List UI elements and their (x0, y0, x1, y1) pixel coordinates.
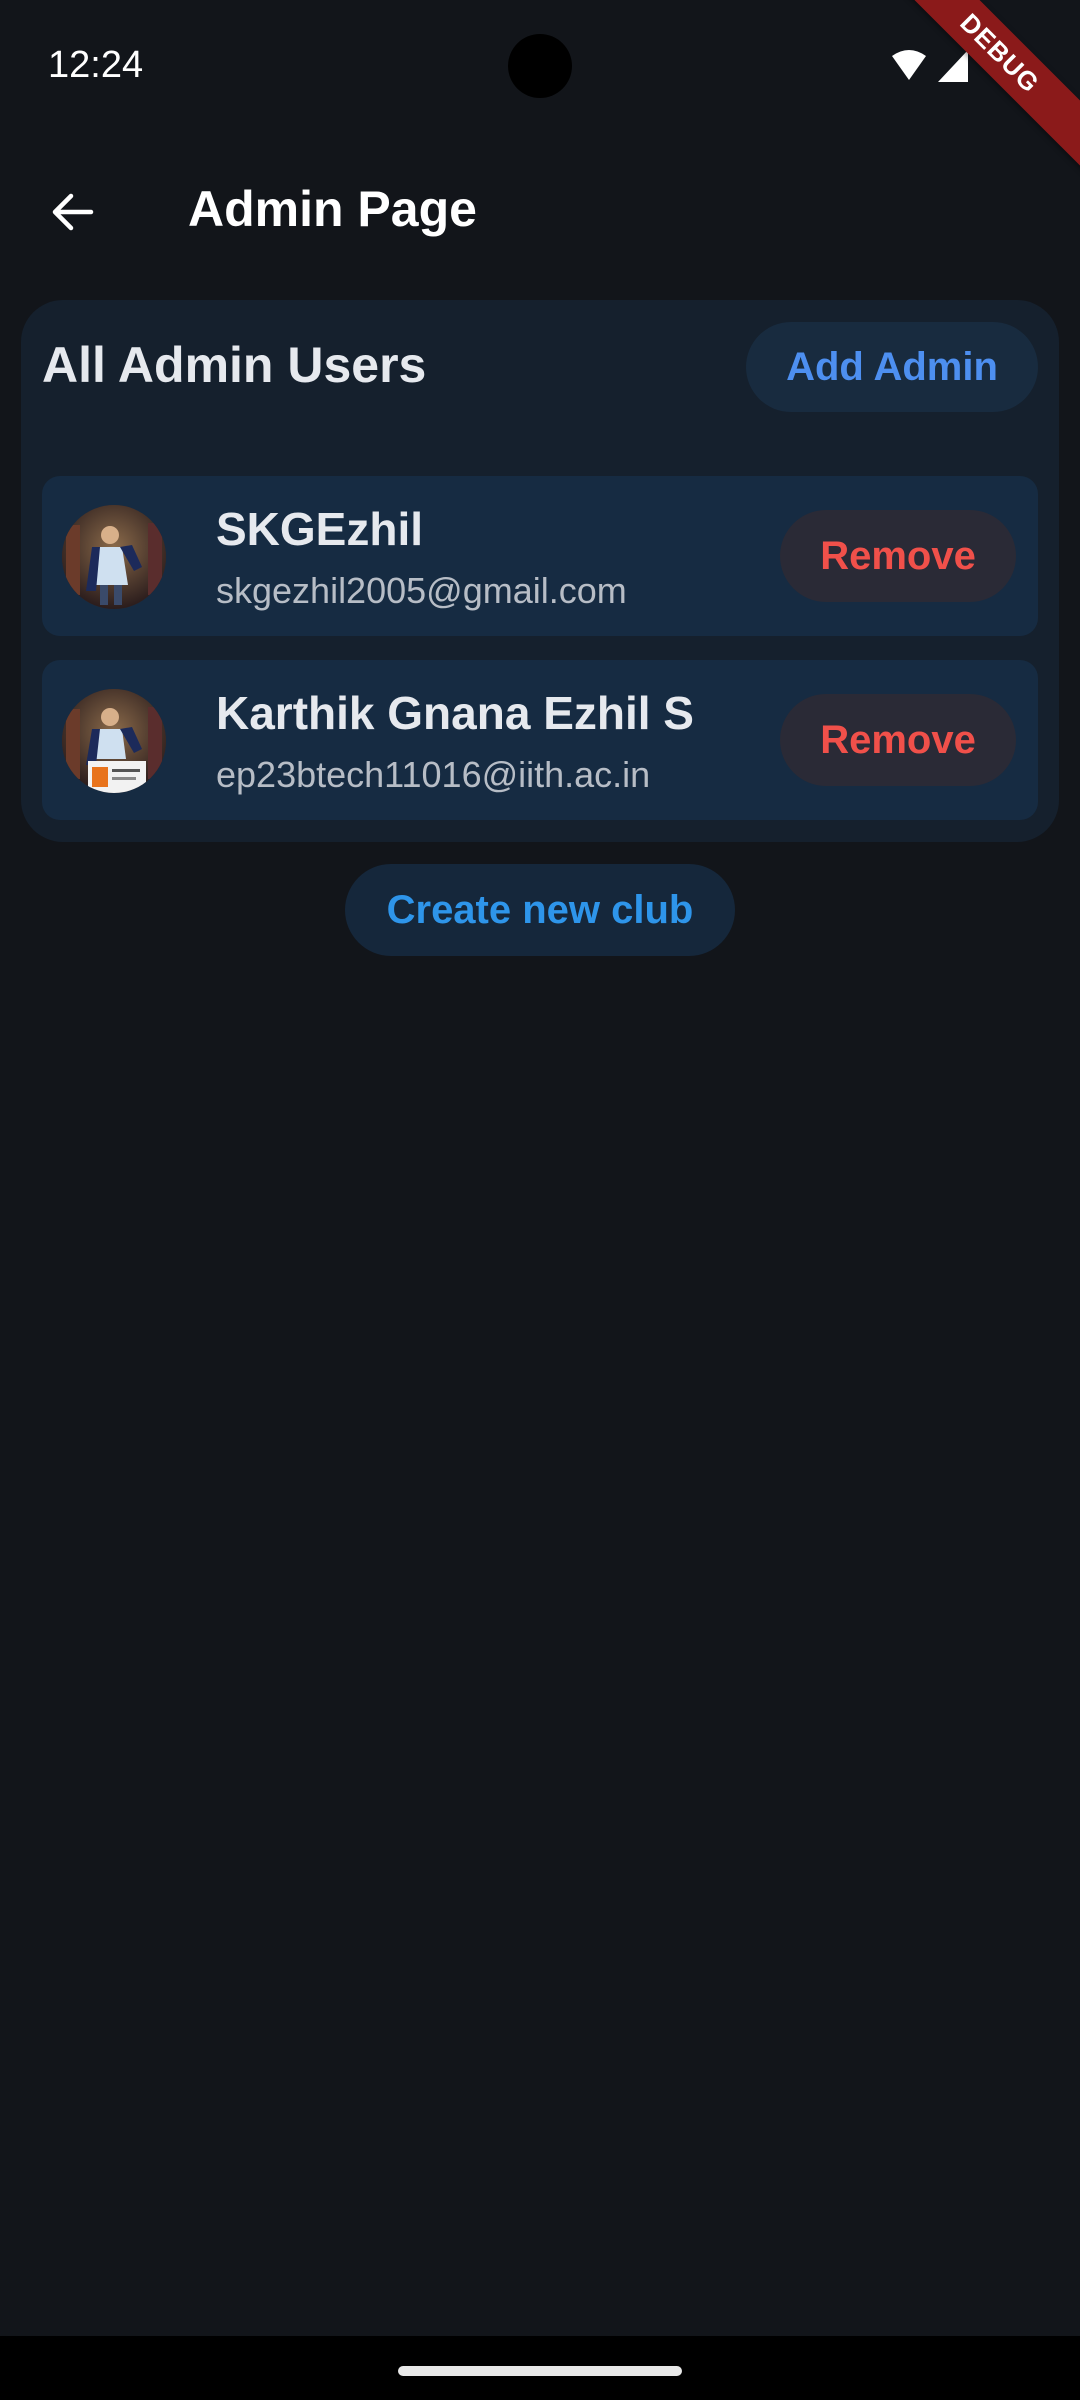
create-new-club-button[interactable]: Create new club (345, 864, 735, 956)
app-bar: Admin Page (0, 140, 1080, 270)
page-title: Admin Page (188, 181, 477, 237)
admin-user-row: SKGEzhil skgezhil2005@gmail.com Remove (42, 476, 1038, 636)
admin-users-card: All Admin Users Add Admin SKGEzhil skgez… (21, 300, 1059, 842)
status-icons (890, 48, 970, 84)
avatar (62, 689, 166, 793)
status-bar: 12:24 (0, 0, 1080, 132)
user-name: SKGEzhil (216, 503, 424, 555)
user-name: Karthik Gnana Ezhil S (216, 687, 694, 739)
signal-icon (938, 50, 968, 82)
admin-user-row: Karthik Gnana Ezhil S ep23btech11016@iit… (42, 660, 1038, 820)
home-indicator[interactable] (398, 2366, 682, 2376)
add-admin-button[interactable]: Add Admin (746, 322, 1038, 412)
camera-cutout (508, 34, 572, 98)
user-email: ep23btech11016@iith.ac.in (216, 754, 651, 795)
wifi-icon (892, 50, 926, 80)
user-email: skgezhil2005@gmail.com (216, 570, 627, 611)
arrow-back-icon (52, 193, 94, 231)
system-navigation-bar (0, 2336, 1080, 2400)
admin-page-screen: 12:24 DEBUG Admin Page All Admin Users A… (0, 0, 1080, 2400)
remove-admin-button[interactable]: Remove (780, 510, 1016, 602)
section-title: All Admin Users (42, 337, 427, 393)
remove-admin-button[interactable]: Remove (780, 694, 1016, 786)
back-button[interactable] (28, 167, 118, 257)
status-time: 12:24 (48, 44, 144, 86)
avatar (62, 505, 166, 609)
